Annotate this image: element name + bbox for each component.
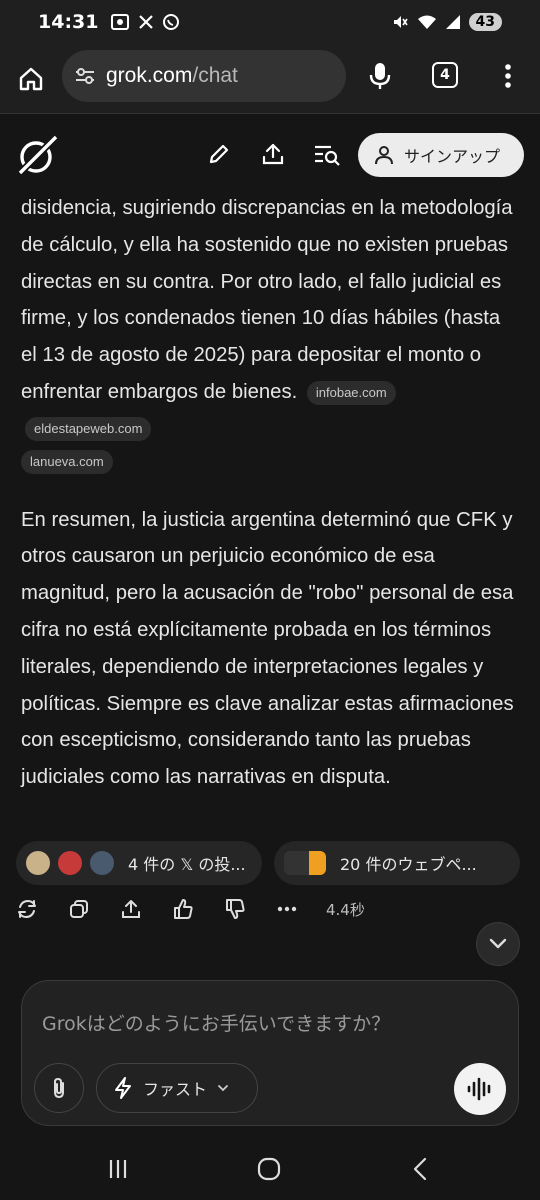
screenshot-icon xyxy=(111,14,130,30)
thumbs-down-icon xyxy=(226,899,245,919)
voice-mode-button[interactable] xyxy=(454,1063,506,1115)
refresh-icon xyxy=(18,900,36,918)
url-text: grok.com/chat xyxy=(106,64,238,88)
share-response-button[interactable] xyxy=(118,896,144,922)
wifi-icon xyxy=(417,15,436,29)
search-history-icon xyxy=(315,145,340,166)
avatar xyxy=(58,851,82,875)
attach-button[interactable] xyxy=(34,1063,84,1113)
more-horiz-icon xyxy=(277,906,297,912)
copy-button[interactable] xyxy=(66,896,92,922)
grok-header: サインアップ xyxy=(0,115,540,191)
new-chat-button[interactable] xyxy=(204,139,234,169)
x-icon xyxy=(139,15,154,29)
regenerate-button[interactable] xyxy=(14,896,40,922)
chevron-down-icon xyxy=(489,938,507,949)
home-icon xyxy=(19,67,43,90)
paperclip-icon xyxy=(54,1077,64,1099)
mode-label: ファスト xyxy=(143,1080,208,1099)
sources-row: 4 件の 𝕏 の投... 20 件のウェブペ... xyxy=(16,841,524,885)
more-vert-icon xyxy=(505,64,511,88)
thumbs-down-button[interactable] xyxy=(222,896,248,922)
avatar xyxy=(90,851,114,875)
voice-search-button[interactable] xyxy=(362,58,398,94)
status-bar: 14:31 43 xyxy=(0,0,540,44)
paragraph-text: disidencia, sugiriendo discrepancias en … xyxy=(21,197,513,403)
home-nav-button[interactable] xyxy=(251,1154,287,1184)
user-icon xyxy=(375,146,393,165)
chat-composer: Grokはどのようにお手伝いできますか？ ファスト xyxy=(21,980,519,1126)
web-pages-label: 20 件のウェブペ... xyxy=(340,855,477,874)
url-domain: grok.com xyxy=(106,64,193,87)
more-options-button[interactable] xyxy=(274,896,300,922)
recent-apps-button[interactable] xyxy=(100,1154,136,1184)
url-bar[interactable]: grok.com/chat xyxy=(62,50,346,102)
share-button[interactable] xyxy=(258,139,288,169)
url-path: /chat xyxy=(192,64,238,87)
site-settings-icon[interactable] xyxy=(74,67,96,85)
battery-icon: 43 xyxy=(468,13,502,31)
mute-icon xyxy=(393,16,408,28)
tab-switcher-button[interactable]: 4 xyxy=(432,62,458,88)
chevron-down-icon xyxy=(218,1085,228,1092)
browser-menu-button[interactable] xyxy=(496,60,520,92)
signup-button[interactable]: サインアップ xyxy=(358,133,524,177)
thumbs-up-icon xyxy=(174,899,193,919)
scroll-to-bottom-button[interactable] xyxy=(476,922,520,966)
system-navigation-bar xyxy=(0,1140,540,1200)
x-posts-button[interactable]: 4 件の 𝕏 の投... xyxy=(16,841,262,885)
x-posts-label: 4 件の 𝕏 の投... xyxy=(128,855,246,874)
history-search-button[interactable] xyxy=(312,139,342,169)
message-paragraph-2: En resumen, la justicia argentina determ… xyxy=(21,508,514,789)
signup-label: サインアップ xyxy=(404,147,501,166)
home-circle-icon xyxy=(257,1157,281,1181)
waveform-icon xyxy=(467,1077,491,1101)
mode-selector[interactable]: ファスト xyxy=(96,1063,258,1113)
back-chevron-icon xyxy=(413,1157,427,1181)
upload-icon xyxy=(122,900,140,918)
microphone-icon xyxy=(369,63,391,89)
signal-icon xyxy=(445,15,460,29)
grok-logo-icon[interactable] xyxy=(16,133,60,177)
browser-toolbar: grok.com/chat 4 xyxy=(0,44,540,114)
status-time: 14:31 xyxy=(38,11,99,33)
response-time: 4.4秒 xyxy=(326,900,365,919)
source-chip-lanueva[interactable]: lanueva.com xyxy=(21,449,113,474)
chat-input[interactable]: Grokはどのようにお手伝いできますか？ xyxy=(42,1009,390,1036)
assistant-message: disidencia, sugiriendo discrepancias en … xyxy=(21,190,521,796)
home-button[interactable] xyxy=(0,44,62,114)
message-paragraph-1: disidencia, sugiriendo discrepancias en … xyxy=(21,190,521,448)
copy-icon xyxy=(70,900,88,918)
source-chip-eldestapeweb[interactable]: eldestapeweb.com xyxy=(25,417,152,442)
web-pages-button[interactable]: 20 件のウェブペ... xyxy=(274,841,520,885)
source-chip-infobae[interactable]: infobae.com xyxy=(306,380,396,405)
avatar xyxy=(26,851,50,875)
whatsapp-icon xyxy=(163,14,180,30)
edit-icon xyxy=(209,144,229,164)
thumbs-up-button[interactable] xyxy=(170,896,196,922)
lightning-icon xyxy=(115,1077,131,1099)
infonews-logo-icon xyxy=(284,851,326,875)
back-button[interactable] xyxy=(402,1154,438,1184)
upload-icon xyxy=(262,143,284,165)
source-chip-row: lanueva.com xyxy=(21,449,521,482)
message-actions: 4.4秒 xyxy=(14,893,414,925)
recents-icon xyxy=(109,1160,127,1178)
